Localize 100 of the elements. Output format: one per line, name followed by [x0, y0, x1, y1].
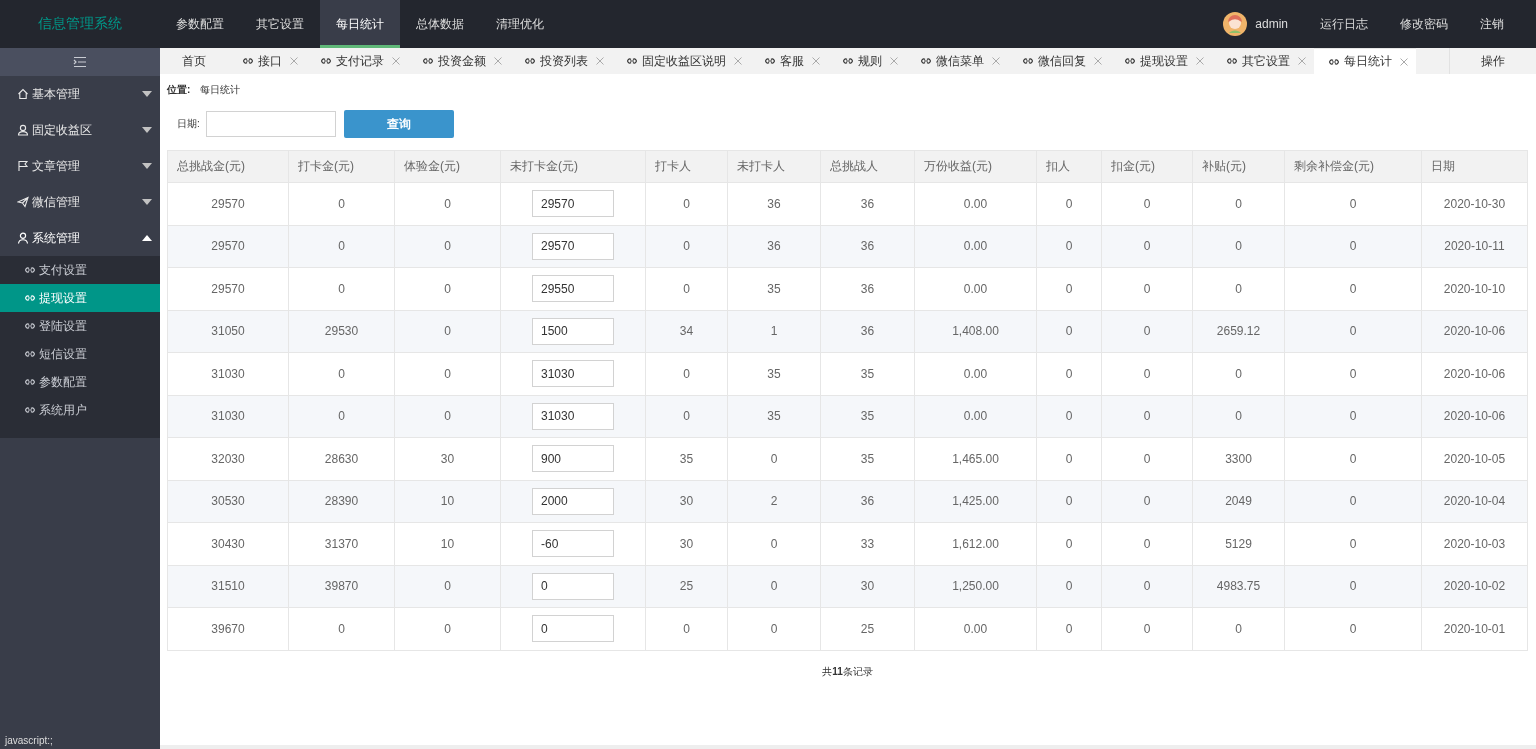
table-cell: 2659.12: [1192, 310, 1285, 353]
table-cell: 30: [645, 522, 728, 565]
close-icon: [734, 57, 742, 65]
sidebar-toggle[interactable]: [0, 48, 160, 76]
sidebar-item[interactable]: 系统用户: [0, 396, 160, 424]
header-link[interactable]: 修改密码: [1400, 15, 1448, 33]
link-icon: [1226, 57, 1238, 65]
menu-icon: [73, 56, 87, 68]
link-icon: [1328, 57, 1340, 66]
table-cell: 0: [1101, 565, 1193, 608]
table-cell: 0: [394, 225, 501, 268]
tab[interactable]: 投资列表: [510, 48, 612, 74]
tab[interactable]: 提现设置: [1110, 48, 1212, 74]
link-icon: [24, 294, 36, 302]
link-icon: [24, 406, 36, 414]
tab[interactable]: 接口: [228, 48, 306, 74]
table-cell: 2020-10-06: [1421, 395, 1528, 438]
table-cell: 10: [394, 522, 501, 565]
amount-field[interactable]: 0: [532, 615, 614, 643]
sidebar-group[interactable]: 固定收益区: [0, 112, 160, 148]
date-field[interactable]: [205, 111, 336, 137]
tab[interactable]: 规则: [828, 48, 906, 74]
table-cell: 0: [1192, 225, 1285, 268]
table-cell: 0: [727, 522, 821, 565]
table-cell: 0.00: [914, 395, 1037, 438]
amount-field[interactable]: 29570: [532, 232, 614, 260]
sidebar-item[interactable]: 短信设置: [0, 340, 160, 368]
table-cell: 35: [645, 437, 728, 480]
table-cell: 0: [1101, 522, 1193, 565]
tab[interactable]: 投资金额: [408, 48, 510, 74]
table-cell: 2020-10-01: [1421, 607, 1528, 650]
tab[interactable]: 客服: [750, 48, 828, 74]
table-cell: 0: [1284, 267, 1422, 310]
sidebar-group[interactable]: 基本管理: [0, 76, 160, 112]
amount-field[interactable]: -60: [532, 530, 614, 558]
table-cell: 0: [727, 437, 821, 480]
amount-field[interactable]: 31030: [532, 360, 614, 388]
link-icon: [764, 57, 776, 65]
table-cell: 0: [1101, 225, 1193, 268]
nav-tab[interactable]: 其它设置: [240, 0, 320, 48]
table-cell: 4983.75: [1192, 565, 1285, 608]
table-cell: 0: [1284, 607, 1422, 650]
table-cell: 0: [288, 182, 395, 225]
close-icon: [494, 57, 502, 65]
close-icon: [290, 57, 298, 65]
close-icon: [812, 57, 820, 65]
table-cell: 0: [1192, 352, 1285, 395]
table-cell: 5129: [1192, 522, 1285, 565]
tab[interactable]: 支付记录: [306, 48, 408, 74]
link-icon: [320, 57, 332, 65]
tab[interactable]: 微信菜单: [906, 48, 1008, 74]
table-cell: 29570: [167, 267, 289, 310]
sidebar-item[interactable]: 提现设置: [0, 284, 160, 312]
sidebar-group[interactable]: 微信管理: [0, 184, 160, 220]
header-link[interactable]: 运行日志: [1320, 15, 1368, 33]
user-name[interactable]: admin: [1255, 17, 1288, 31]
amount-field[interactable]: 0: [532, 572, 614, 600]
sidebar-group[interactable]: 文章管理: [0, 148, 160, 184]
sidebar-item[interactable]: 登陆设置: [0, 312, 160, 340]
amount-field[interactable]: 29550: [532, 275, 614, 303]
sidebar-item[interactable]: 参数配置: [0, 368, 160, 396]
table-cell: 0: [1101, 267, 1193, 310]
table-cell: 25: [820, 607, 915, 650]
table-cell: 0: [1284, 352, 1422, 395]
link-icon: [842, 57, 854, 65]
table-cell: 0: [288, 607, 395, 650]
tab[interactable]: 其它设置: [1212, 48, 1314, 74]
nav-tab[interactable]: 清理优化: [480, 0, 560, 48]
table-cell: 0: [1284, 182, 1422, 225]
amount-field[interactable]: 31030: [532, 402, 614, 430]
table-cell: 0.00: [914, 352, 1037, 395]
table-cell: 0: [394, 352, 501, 395]
amount-field[interactable]: 2000: [532, 487, 614, 515]
table-cell: 0: [394, 182, 501, 225]
tab[interactable]: 首页: [160, 48, 228, 74]
nav-tab[interactable]: 每日统计: [320, 0, 400, 48]
table-cell: 0: [1101, 352, 1193, 395]
amount-field[interactable]: 29570: [532, 190, 614, 218]
table-cell: 0: [1036, 310, 1102, 353]
nav-tab[interactable]: 总体数据: [400, 0, 480, 48]
sidebar-group[interactable]: 系统管理: [0, 220, 160, 256]
table-cell: 36: [820, 267, 915, 310]
table-cell: 36: [820, 480, 915, 523]
table-cell: 2020-10-06: [1421, 352, 1528, 395]
flag-icon: [17, 160, 29, 172]
table-cell: 0: [1036, 607, 1102, 650]
header-link[interactable]: 注销: [1480, 15, 1504, 33]
table-cell: 0: [394, 607, 501, 650]
table-cell: 2049: [1192, 480, 1285, 523]
nav-tab[interactable]: 参数配置: [160, 0, 240, 48]
paper-plane-icon: [17, 196, 29, 208]
tab[interactable]: 微信回复: [1008, 48, 1110, 74]
tab[interactable]: 每日统计: [1314, 48, 1416, 74]
tab[interactable]: 固定收益区说明: [612, 48, 750, 74]
sidebar-item[interactable]: 支付设置: [0, 256, 160, 284]
amount-field[interactable]: 1500: [532, 317, 614, 345]
amount-field[interactable]: 900: [532, 445, 614, 473]
table-cell: 29530: [288, 310, 395, 353]
table-cell: 29570: [167, 182, 289, 225]
table-cell: 35: [727, 352, 821, 395]
